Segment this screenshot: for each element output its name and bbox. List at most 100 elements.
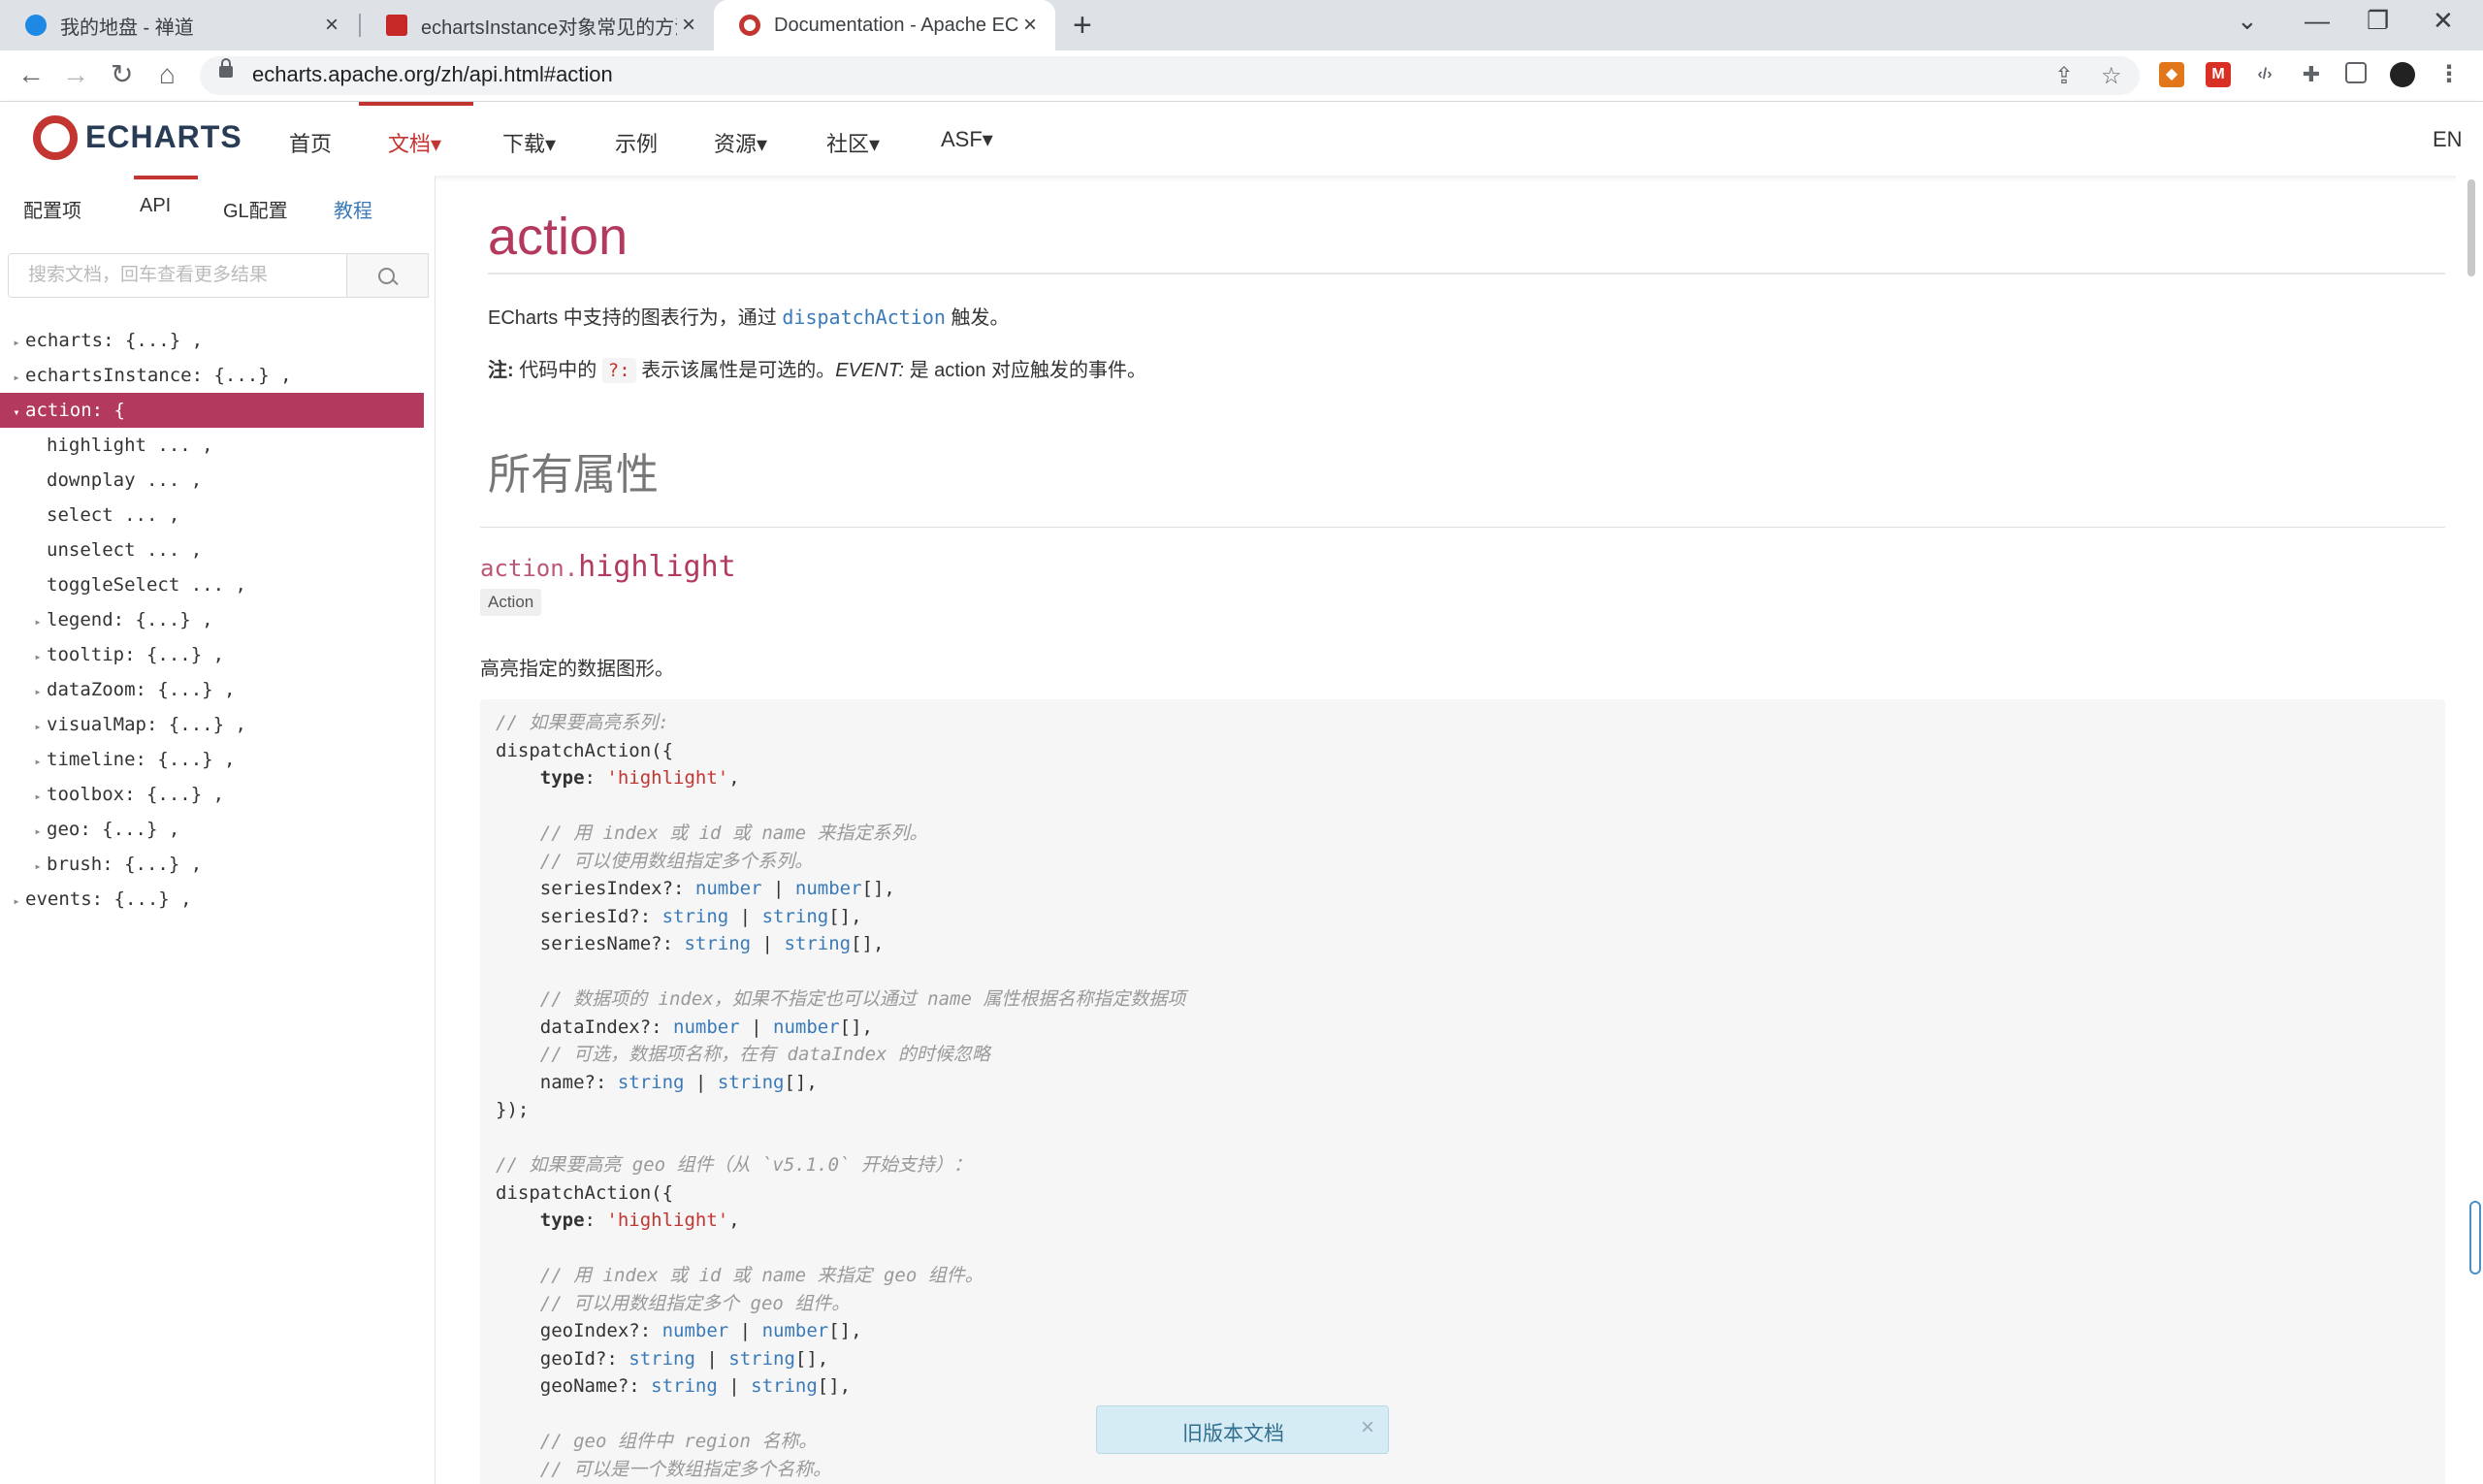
title-divider (488, 273, 2445, 274)
tab-search-icon[interactable]: ⌄ (2237, 6, 2258, 36)
tree-item[interactable]: ▸ timeline: {...} , (0, 742, 435, 777)
nav-asf[interactable]: ASF▾ (941, 127, 993, 152)
browser-tab-documentation[interactable]: Documentation - Apache ECha × (714, 0, 1055, 50)
caret-down-icon[interactable]: ▾ (8, 395, 25, 430)
language-switch[interactable]: EN (2433, 127, 2463, 152)
side-drag-handle[interactable] (2469, 1201, 2481, 1274)
bookmark-star-icon[interactable]: ☆ (2101, 62, 2122, 90)
caret-right-icon[interactable]: ▸ (29, 744, 47, 779)
code-line: seriesIndex?: number | number[], (496, 878, 895, 899)
caret-right-icon[interactable]: ▸ (29, 779, 47, 814)
tree-item[interactable]: ▸ events: {...} , (0, 882, 435, 917)
code-line: // geo 组件中 region 名称。 (496, 1431, 818, 1452)
url-text[interactable]: echarts.apache.org/zh/api.html#action (252, 62, 613, 87)
tree-item[interactable]: ▸ legend: {...} , (0, 602, 435, 637)
dispatch-action-code: dispatchAction (782, 306, 946, 329)
old-docs-banner[interactable]: 旧版本文档 × (1096, 1405, 1389, 1454)
side-panel-icon[interactable] (2345, 62, 2367, 83)
subnav-active-indicator (134, 176, 198, 179)
code-line: name?: string | string[], (496, 1071, 818, 1093)
search-button[interactable] (347, 253, 429, 298)
close-icon[interactable]: × (1361, 1414, 1374, 1441)
new-tab-button[interactable]: + (1073, 8, 1092, 43)
code-line: seriesName?: string | string[], (496, 933, 885, 954)
code-line: // 用 index 或 id 或 name 来指定 geo 组件。 (496, 1265, 984, 1286)
tree-item-label: toolbox: {...} , (47, 784, 225, 805)
code-line: dispatchAction({ (496, 739, 674, 761)
nav-resources[interactable]: 资源▾ (714, 127, 767, 158)
echarts-logo-icon[interactable] (33, 115, 78, 160)
nav-examples[interactable]: 示例 (615, 127, 658, 158)
scrollbar-thumb[interactable] (2467, 179, 2475, 276)
nav-home[interactable]: 首页 (289, 127, 332, 158)
close-tab-icon[interactable]: × (320, 12, 343, 39)
tree-item[interactable]: ▸ visualMap: {...} , (0, 707, 435, 742)
caret-right-icon[interactable]: ▸ (29, 639, 47, 674)
tree-item[interactable]: highlight ... , (0, 428, 435, 463)
tree-item[interactable]: select ... , (0, 498, 435, 532)
browser-toolbar: ← → ↻ ⌂ echarts.apache.org/zh/api.html#a… (0, 50, 2483, 102)
tree-item[interactable]: ▸ tooltip: {...} , (0, 637, 435, 672)
tree-item-label: tooltip: {...} , (47, 644, 225, 665)
tree-item[interactable]: ▸ geo: {...} , (0, 812, 435, 847)
devtools-extension-icon[interactable]: ‹/› (2252, 62, 2277, 87)
page-scrollbar[interactable] (2456, 176, 2483, 1484)
tree-item[interactable]: ▸ echarts: {...} , (0, 323, 435, 358)
code-line: // 如果要高亮 geo 组件（从 `v5.1.0` 开始支持）： (496, 1154, 972, 1176)
tab-option[interactable]: 配置项 (23, 195, 81, 223)
share-icon[interactable]: ⇪ (2054, 62, 2074, 90)
tree-item[interactable]: toggleSelect ... , (0, 567, 435, 602)
browser-tab-zentao[interactable]: 我的地盘 - 禅道 × (0, 0, 357, 50)
property-title[interactable]: action.highlight (480, 550, 736, 584)
caret-right-icon[interactable]: ▸ (29, 814, 47, 849)
tree-item[interactable]: unselect ... , (0, 532, 435, 567)
back-arrow-icon[interactable]: ← (17, 60, 45, 89)
tree-item[interactable]: downplay ... , (0, 463, 435, 498)
extensions-puzzle-icon[interactable]: ✚ (2299, 62, 2324, 87)
browser-tab-echarts-instance[interactable]: echartsInstance对象常见的方法 × (361, 0, 714, 50)
search-input[interactable]: 搜索文档，回车查看更多结果 (8, 253, 347, 298)
metamask-extension-icon[interactable]: ◆ (2159, 62, 2184, 87)
reload-icon[interactable]: ↻ (111, 60, 133, 89)
note-text: 注: 代码中的 ?: 表示该属性是可选的。EVENT: 是 action 对应触… (488, 358, 1147, 383)
optional-marker: ?: (601, 358, 636, 383)
old-docs-link[interactable]: 旧版本文档 (1182, 1418, 1284, 1447)
nav-community[interactable]: 社区▾ (826, 127, 880, 158)
tab-gl-option[interactable]: GL配置 (223, 195, 288, 223)
caret-right-icon[interactable]: ▸ (29, 674, 47, 709)
code-example: // 如果要高亮系列: dispatchAction({ type: 'highl… (480, 699, 2445, 1484)
profile-avatar[interactable] (2390, 62, 2415, 87)
code-line: // 如果要高亮系列: (496, 712, 669, 733)
caret-right-icon[interactable]: ▸ (29, 709, 47, 744)
tree-item[interactable]: ▾ action: { (0, 393, 424, 428)
home-icon[interactable]: ⌂ (159, 60, 176, 89)
tab-title: 我的地盘 - 禅道 (60, 16, 194, 39)
tree-item[interactable]: ▸ dataZoom: {...} , (0, 672, 435, 707)
nav-docs[interactable]: 文档▾ (388, 127, 441, 158)
tree-item[interactable]: ▸ toolbox: {...} , (0, 777, 435, 812)
tab-tutorial[interactable]: 教程 (334, 195, 372, 223)
close-window-button[interactable]: ✕ (2433, 6, 2454, 36)
forward-arrow-icon[interactable]: → (62, 60, 89, 89)
caret-right-icon[interactable]: ▸ (29, 604, 47, 639)
caret-right-icon[interactable]: ▸ (29, 849, 47, 884)
logo-text[interactable]: ECHARTS (85, 119, 242, 155)
tree-item-label: unselect ... , (47, 539, 203, 561)
tab-api[interactable]: API (140, 195, 171, 217)
nav-download[interactable]: 下载▾ (502, 127, 556, 158)
caret-right-icon[interactable]: ▸ (8, 325, 25, 360)
address-bar[interactable]: echarts.apache.org/zh/api.html#action ⇪ … (200, 56, 2140, 95)
lock-icon[interactable] (219, 58, 233, 78)
minimize-button[interactable]: — (2305, 6, 2330, 36)
page-title: action (488, 208, 629, 266)
browser-menu-icon[interactable]: ⋮ (2436, 62, 2462, 87)
caret-right-icon[interactable]: ▸ (8, 360, 25, 395)
close-tab-icon[interactable]: × (1018, 12, 1042, 39)
caret-right-icon[interactable]: ▸ (8, 884, 25, 919)
restore-button[interactable]: ❐ (2367, 6, 2389, 36)
tree-item[interactable]: ▸ brush: {...} , (0, 847, 435, 882)
close-tab-icon[interactable]: × (677, 12, 700, 39)
code-line: // 数据项的 index，如果不指定也可以通过 name 属性根据名称指定数据… (496, 988, 1186, 1010)
gmail-extension-icon[interactable]: M (2206, 62, 2231, 87)
tree-item[interactable]: ▸ echartsInstance: {...} , (0, 358, 435, 393)
